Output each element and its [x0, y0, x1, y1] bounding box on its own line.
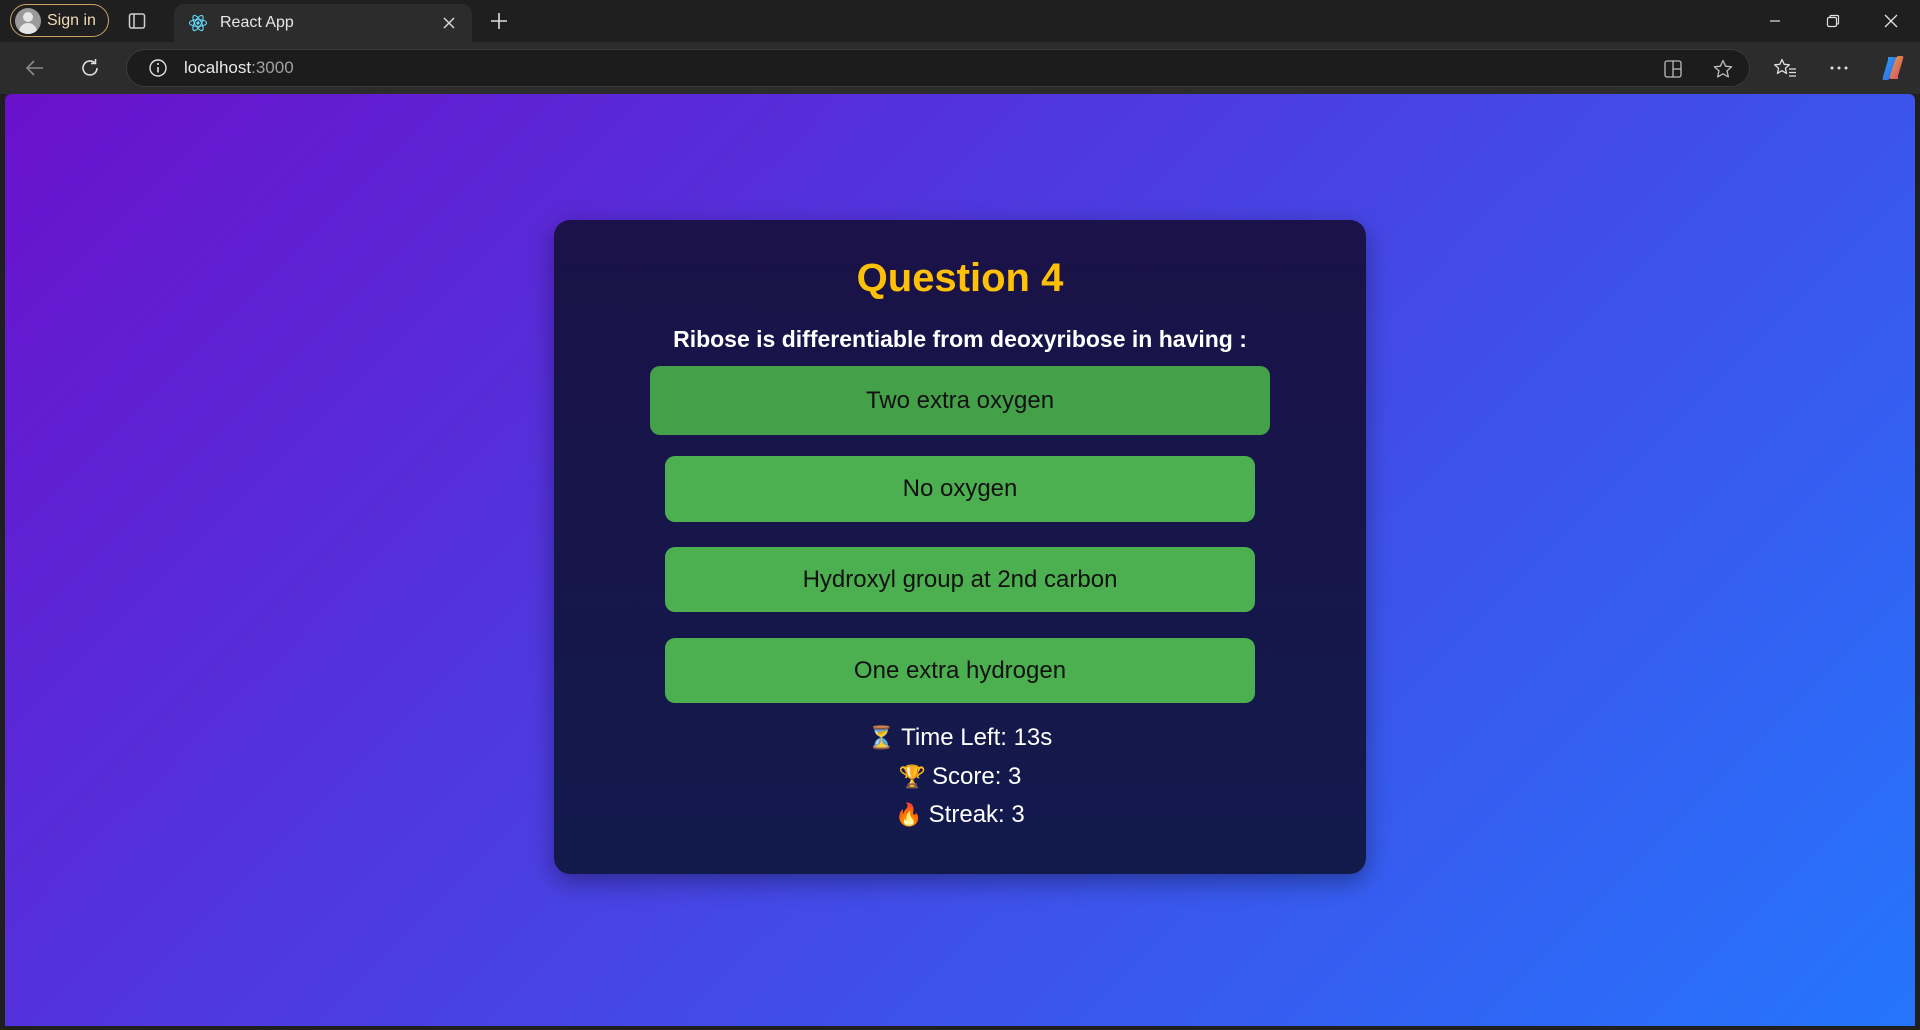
time-left-stat: ⏳ Time Left: 13s: [554, 724, 1366, 752]
sign-in-button[interactable]: Sign in: [10, 4, 109, 37]
page-viewport: Question 4 Ribose is differentiable from…: [5, 94, 1915, 1026]
time-left-label: Time Left: 13s: [901, 724, 1053, 751]
close-window-icon[interactable]: [1862, 0, 1920, 42]
profile-avatar-icon: [15, 7, 41, 34]
tab-title: React App: [220, 14, 294, 31]
url-text[interactable]: localhost:3000: [184, 58, 294, 78]
option-button-2[interactable]: No oxygen: [665, 456, 1255, 522]
streak-label: Streak: 3: [928, 801, 1025, 828]
tab-actions-icon[interactable]: [126, 10, 148, 32]
favorites-icon[interactable]: [1771, 54, 1799, 82]
copilot-icon[interactable]: [1879, 54, 1907, 82]
site-info-icon[interactable]: [146, 56, 170, 80]
url-host: localhost: [184, 58, 252, 77]
score-label: Score: 3: [932, 763, 1022, 790]
browser-title-bar: Sign in React App: [0, 0, 1920, 42]
fire-icon: 🔥: [895, 802, 923, 827]
sign-in-label: Sign in: [47, 11, 96, 29]
question-title: Question 4: [856, 256, 1064, 300]
streak-stat: 🔥 Streak: 3: [554, 801, 1366, 829]
score-stat: 🏆 Score: 3: [554, 763, 1366, 791]
split-screen-icon[interactable]: [1661, 57, 1685, 81]
minimize-icon[interactable]: [1746, 0, 1804, 42]
favorite-star-icon[interactable]: [1711, 57, 1735, 81]
url-port: :3000: [251, 58, 294, 77]
option-button-3[interactable]: Hydroxyl group at 2nd carbon: [665, 547, 1255, 612]
refresh-icon[interactable]: [76, 54, 104, 82]
trophy-icon: 🏆: [898, 764, 926, 789]
tab-react-app[interactable]: React App: [174, 4, 472, 42]
react-favicon-icon: [188, 13, 208, 33]
back-icon[interactable]: [21, 54, 49, 82]
option-button-4[interactable]: One extra hydrogen: [665, 638, 1255, 703]
quiz-card: Question 4 Ribose is differentiable from…: [554, 220, 1366, 874]
browser-toolbar: localhost:3000: [0, 42, 1920, 94]
question-text: Ribose is differentiable from deoxyribos…: [673, 326, 1247, 352]
restore-icon[interactable]: [1804, 0, 1862, 42]
hourglass-icon: ⏳: [867, 725, 896, 750]
new-tab-icon[interactable]: [487, 9, 511, 33]
option-button-1[interactable]: Two extra oxygen: [650, 366, 1270, 435]
address-bar[interactable]: localhost:3000: [126, 49, 1750, 87]
more-menu-icon[interactable]: [1825, 54, 1853, 82]
close-tab-icon[interactable]: [440, 14, 458, 32]
